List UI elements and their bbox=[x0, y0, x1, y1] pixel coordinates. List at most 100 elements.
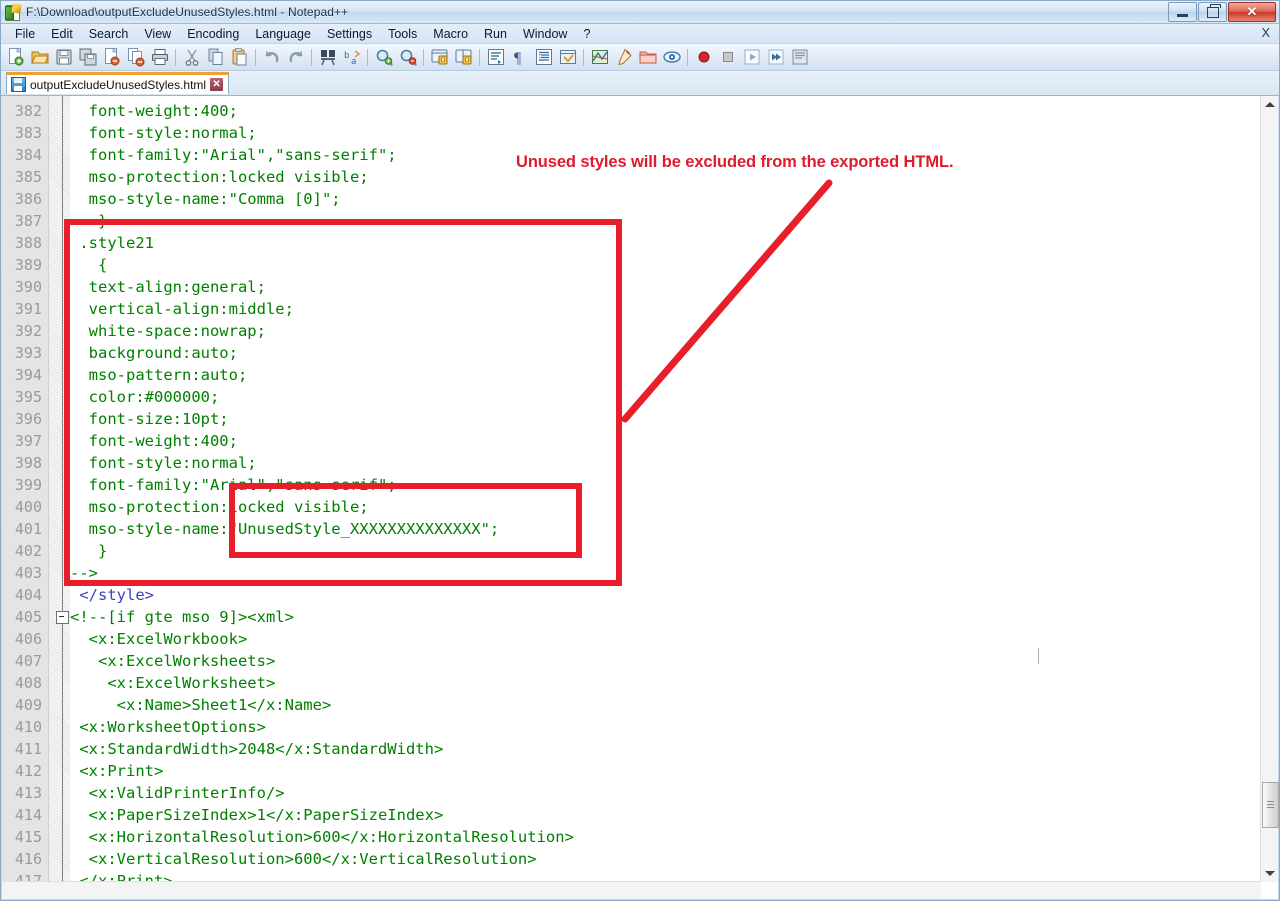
code-line[interactable]: <x:ExcelWorkbook> bbox=[70, 628, 247, 650]
line-number: 390 bbox=[2, 276, 42, 298]
folder-as-workspace-icon[interactable] bbox=[636, 46, 659, 69]
menu-item-window[interactable]: Window bbox=[515, 26, 575, 42]
code-line[interactable]: <x:VerticalResolution>600</x:VerticalRes… bbox=[70, 848, 537, 870]
sync-horizontal-icon[interactable] bbox=[452, 46, 475, 69]
tab-outputexcludeunusedstyles-html[interactable]: outputExcludeUnusedStyles.html ✕ bbox=[6, 72, 229, 94]
macro-record-icon[interactable] bbox=[692, 46, 715, 69]
tab-close-icon[interactable]: ✕ bbox=[210, 78, 223, 91]
code-line[interactable]: <x:StandardWidth>2048</x:StandardWidth> bbox=[70, 738, 443, 760]
code-line[interactable]: { bbox=[70, 254, 107, 276]
zoom-out-icon[interactable] bbox=[396, 46, 419, 69]
menu-item-run[interactable]: Run bbox=[476, 26, 515, 42]
find-icon[interactable] bbox=[316, 46, 339, 69]
macro-playmultiple-icon[interactable] bbox=[764, 46, 787, 69]
tab-label: outputExcludeUnusedStyles.html bbox=[30, 78, 206, 92]
menu-item-edit[interactable]: Edit bbox=[43, 26, 81, 42]
menu-item-encoding[interactable]: Encoding bbox=[179, 26, 247, 42]
fold-guide-line bbox=[62, 96, 63, 899]
maximize-button[interactable] bbox=[1198, 2, 1227, 22]
code-line[interactable]: vertical-align:middle; bbox=[70, 298, 294, 320]
code-line[interactable]: } bbox=[70, 210, 107, 232]
code-line[interactable]: <x:Name>Sheet1</x:Name> bbox=[70, 694, 331, 716]
code-editor[interactable]: 3823833843853863873883893903913923933943… bbox=[2, 96, 1278, 899]
monitoring-icon[interactable] bbox=[660, 46, 683, 69]
sync-vertical-icon[interactable] bbox=[428, 46, 451, 69]
menu-item-view[interactable]: View bbox=[136, 26, 179, 42]
vertical-scrollbar[interactable] bbox=[1260, 96, 1278, 882]
code-line[interactable]: font-weight:400; bbox=[70, 430, 238, 452]
copy-icon[interactable] bbox=[204, 46, 227, 69]
code-line[interactable]: mso-style-name:"UnusedStyle_XXXXXXXXXXXX… bbox=[70, 518, 499, 540]
code-line[interactable]: mso-style-name:"Comma [0]"; bbox=[70, 188, 341, 210]
save-all-icon[interactable] bbox=[76, 46, 99, 69]
close-all-files-icon[interactable] bbox=[124, 46, 147, 69]
menu-item-help[interactable]: ? bbox=[575, 26, 598, 42]
menu-item-tools[interactable]: Tools bbox=[380, 26, 425, 42]
show-map-icon[interactable] bbox=[588, 46, 611, 69]
menu-item-macro[interactable]: Macro bbox=[425, 26, 476, 42]
macro-play-icon[interactable] bbox=[740, 46, 763, 69]
code-line[interactable]: </style> bbox=[70, 584, 154, 606]
notepad-plus-plus-window: F:\Download\outputExcludeUnusedStyles.ht… bbox=[0, 0, 1280, 901]
scroll-up-arrow[interactable] bbox=[1261, 96, 1278, 113]
function-list-icon[interactable] bbox=[612, 46, 635, 69]
code-line[interactable]: <x:Print> bbox=[70, 760, 163, 782]
code-line[interactable]: .style21 bbox=[70, 232, 154, 254]
code-line[interactable]: <x:ExcelWorksheets> bbox=[70, 650, 275, 672]
menu-item-settings[interactable]: Settings bbox=[319, 26, 380, 42]
redo-icon[interactable] bbox=[284, 46, 307, 69]
code-line[interactable]: <x:ValidPrinterInfo/> bbox=[70, 782, 285, 804]
zoom-in-icon[interactable] bbox=[372, 46, 395, 69]
close-file-icon[interactable] bbox=[100, 46, 123, 69]
fold-margin[interactable] bbox=[49, 96, 70, 899]
code-line[interactable]: <!--[if gte mso 9]><xml> bbox=[70, 606, 294, 628]
code-line[interactable]: mso-protection:locked visible; bbox=[70, 166, 369, 188]
close-button[interactable]: ✕ bbox=[1228, 2, 1276, 22]
code-line[interactable]: font-weight:400; bbox=[70, 100, 238, 122]
code-line[interactable]: <x:WorksheetOptions> bbox=[70, 716, 266, 738]
undo-icon[interactable] bbox=[260, 46, 283, 69]
show-all-chars-icon[interactable]: ¶ bbox=[508, 46, 531, 69]
tab-bar: outputExcludeUnusedStyles.html ✕ bbox=[1, 71, 1279, 96]
line-number: 403 bbox=[2, 562, 42, 584]
replace-icon[interactable]: ba bbox=[340, 46, 363, 69]
code-line[interactable]: <x:ExcelWorksheet> bbox=[70, 672, 275, 694]
print-icon[interactable] bbox=[148, 46, 171, 69]
code-line[interactable]: white-space:nowrap; bbox=[70, 320, 266, 342]
code-text-area[interactable]: font-weight:400; font-style:normal; font… bbox=[70, 96, 1278, 899]
code-line[interactable]: <x:PaperSizeIndex>1</x:PaperSizeIndex> bbox=[70, 804, 443, 826]
code-line[interactable]: text-align:general; bbox=[70, 276, 266, 298]
macro-stop-icon[interactable] bbox=[716, 46, 739, 69]
macro-save-icon[interactable] bbox=[788, 46, 811, 69]
user-defined-dialog-icon[interactable] bbox=[556, 46, 579, 69]
code-line[interactable]: font-style:normal; bbox=[70, 122, 257, 144]
code-line[interactable]: font-family:"Arial","sans-serif"; bbox=[70, 144, 397, 166]
code-line[interactable]: <x:HorizontalResolution>600</x:Horizonta… bbox=[70, 826, 574, 848]
horizontal-scrollbar[interactable] bbox=[2, 881, 1261, 899]
close-document-button[interactable]: X bbox=[1262, 26, 1270, 40]
fold-toggle-icon[interactable] bbox=[56, 611, 69, 624]
vertical-scroll-thumb[interactable] bbox=[1262, 782, 1279, 828]
new-file-icon[interactable] bbox=[4, 46, 27, 69]
menu-item-language[interactable]: Language bbox=[247, 26, 319, 42]
menu-item-search[interactable]: Search bbox=[81, 26, 137, 42]
open-file-icon[interactable] bbox=[28, 46, 51, 69]
menu-item-file[interactable]: File bbox=[7, 26, 43, 42]
code-line[interactable]: background:auto; bbox=[70, 342, 238, 364]
line-number: 404 bbox=[2, 584, 42, 606]
save-icon[interactable] bbox=[52, 46, 75, 69]
code-line[interactable]: font-size:10pt; bbox=[70, 408, 229, 430]
code-line[interactable]: font-family:"Arial","sans-serif"; bbox=[70, 474, 397, 496]
word-wrap-icon[interactable] bbox=[484, 46, 507, 69]
code-line[interactable]: font-style:normal; bbox=[70, 452, 257, 474]
code-line[interactable]: } bbox=[70, 540, 107, 562]
code-line[interactable]: color:#000000; bbox=[70, 386, 219, 408]
cut-icon[interactable] bbox=[180, 46, 203, 69]
scroll-down-arrow[interactable] bbox=[1261, 865, 1278, 882]
code-line[interactable]: mso-protection:locked visible; bbox=[70, 496, 369, 518]
minimize-button[interactable] bbox=[1168, 2, 1197, 22]
code-line[interactable]: mso-pattern:auto; bbox=[70, 364, 247, 386]
paste-icon[interactable] bbox=[228, 46, 251, 69]
indent-guide-icon[interactable] bbox=[532, 46, 555, 69]
code-line[interactable]: --> bbox=[70, 562, 98, 584]
